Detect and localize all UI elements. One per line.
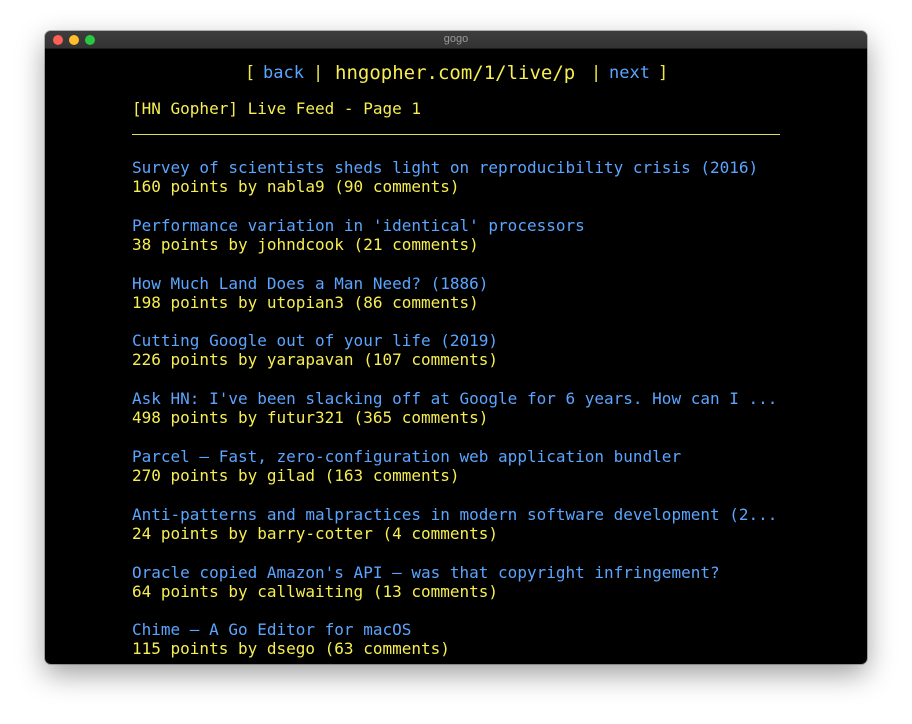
back-link[interactable]: back <box>263 63 304 83</box>
story-meta: 160 points by nabla9 (90 comments) <box>132 177 460 196</box>
gopher-content: [ back | | next ] [HN Gopher] Live Feed … <box>45 49 867 664</box>
back-bracket-open: [ <box>245 63 256 83</box>
list-item: Performance variation in 'identical' pro… <box>132 216 832 274</box>
list-item: Anti-patterns and malpractices in modern… <box>132 505 832 563</box>
url-input[interactable] <box>335 61 576 85</box>
header-divider <box>132 134 780 135</box>
story-meta: 226 points by yarapavan (107 comments) <box>132 350 499 370</box>
story-meta: 115 points by dsego (63 comments) <box>132 639 450 659</box>
list-item: Chime – A Go Editor for macOS 115 points… <box>132 620 832 664</box>
story-meta: 498 points by futur321 (365 comments) <box>132 408 489 428</box>
next-bracket-close: ] <box>658 63 669 83</box>
story-link[interactable]: Chime – A Go Editor for macOS <box>132 620 832 639</box>
story-link[interactable]: How Much Land Does a Man Need? (1886) <box>132 274 832 293</box>
story-link[interactable]: Oracle copied Amazon's API – was that co… <box>132 563 832 582</box>
title-bar[interactable]: gogo <box>45 31 867 49</box>
story-meta: 64 points by callwaiting (13 comments) <box>132 581 499 601</box>
story-link[interactable]: Ask HN: I've been slacking off at Google… <box>132 389 832 408</box>
navigation-bar: [ back | | next ] <box>45 61 867 87</box>
story-link[interactable]: Cutting Google out of your life (2019) <box>132 331 832 350</box>
story-meta: 270 points by gilad (163 comments) <box>132 465 460 485</box>
story-link[interactable]: Performance variation in 'identical' pro… <box>132 216 832 235</box>
list-item: Survey of scientists sheds light on repr… <box>132 158 832 216</box>
list-item: Ask HN: I've been slacking off at Google… <box>132 389 832 447</box>
story-link[interactable]: Parcel – Fast, zero-configuration web ap… <box>132 447 832 466</box>
page-title: [HN Gopher] Live Feed - Page 1 <box>132 99 421 118</box>
list-item: How Much Land Does a Man Need? (1886) 19… <box>132 274 832 332</box>
list-item: Parcel – Fast, zero-configuration web ap… <box>132 447 832 505</box>
next-separator: | <box>591 63 602 83</box>
story-link[interactable]: Survey of scientists sheds light on repr… <box>132 158 832 177</box>
story-list: Survey of scientists sheds light on repr… <box>132 158 832 664</box>
terminal-window: gogo [ back | | next ] [HN Gopher] Live … <box>45 31 867 664</box>
list-item: Cutting Google out of your life (2019) 2… <box>132 331 832 389</box>
story-meta: 24 points by barry-cotter (4 comments) <box>132 523 499 543</box>
next-link[interactable]: next <box>609 63 650 83</box>
window-title: gogo <box>443 33 469 45</box>
story-link[interactable]: Anti-patterns and malpractices in modern… <box>132 505 832 524</box>
back-separator: | <box>313 63 324 83</box>
story-meta: 198 points by utopian3 (86 comments) <box>132 292 479 312</box>
list-item: Oracle copied Amazon's API – was that co… <box>132 563 832 621</box>
story-meta: 38 points by johndcook (21 comments) <box>132 234 479 254</box>
